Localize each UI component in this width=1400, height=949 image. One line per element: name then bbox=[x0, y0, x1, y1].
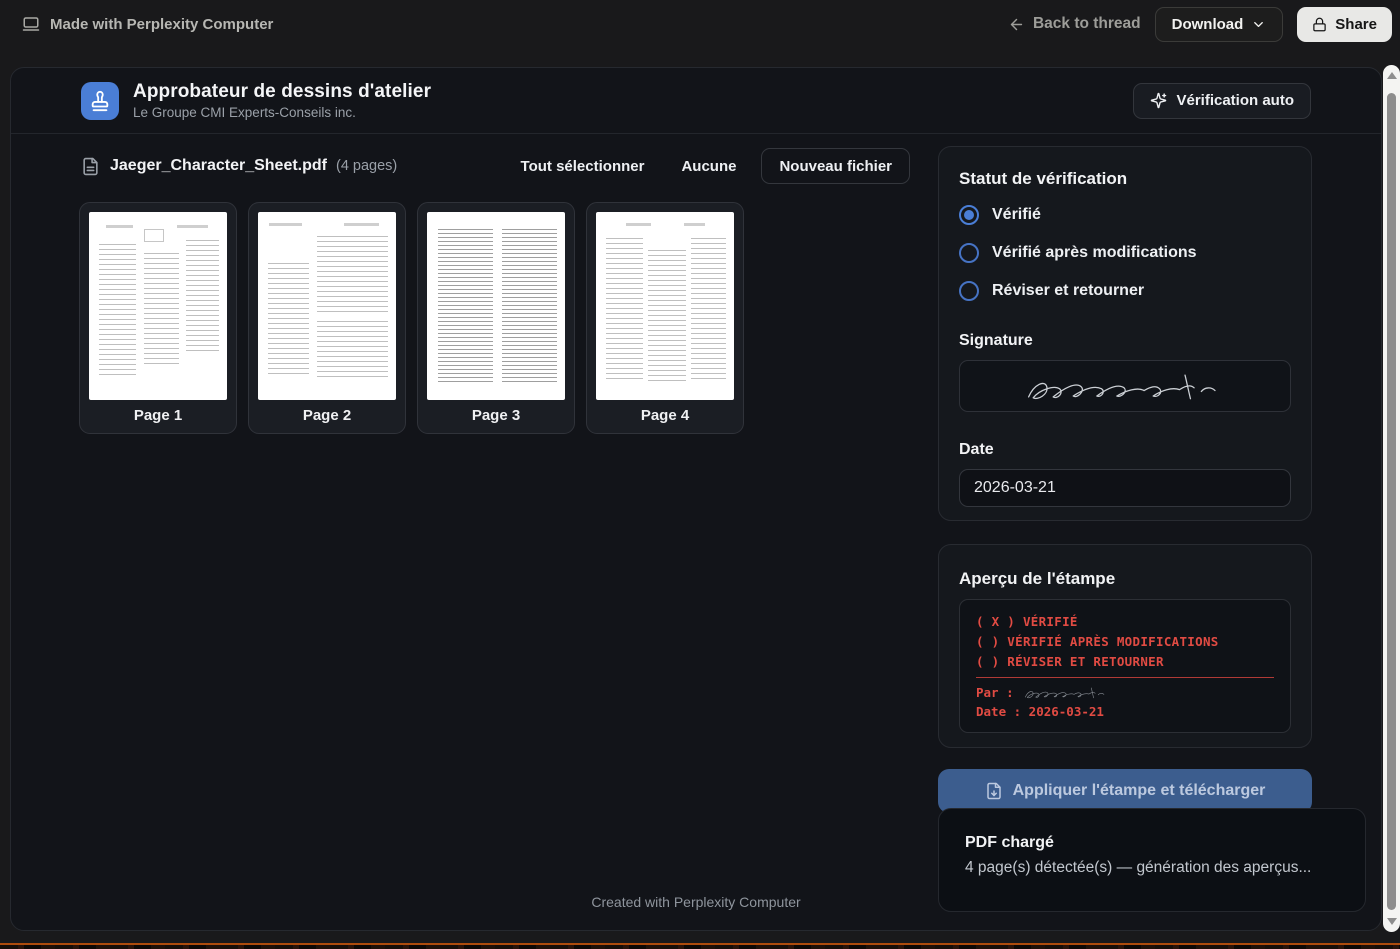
radio-button-selected[interactable] bbox=[959, 205, 979, 225]
scrollbar-thumb[interactable] bbox=[1387, 93, 1396, 910]
toast-message: 4 page(s) détectée(s) — génération des a… bbox=[965, 859, 1339, 877]
signature-image bbox=[1000, 366, 1250, 406]
made-with-badge: Made with Perplexity Computer bbox=[22, 15, 273, 33]
page-title: Approbateur de dessins d'atelier bbox=[133, 81, 431, 103]
date-input[interactable] bbox=[959, 469, 1291, 507]
page-thumbnail-label: Page 3 bbox=[418, 407, 574, 424]
new-file-button[interactable]: Nouveau fichier bbox=[761, 148, 910, 184]
scrollbar-down-arrow[interactable] bbox=[1387, 918, 1397, 925]
app-panel: Approbateur de dessins d'atelier Le Grou… bbox=[10, 67, 1382, 931]
stamp-signature-image bbox=[1020, 684, 1112, 701]
toast-title: PDF chargé bbox=[965, 834, 1339, 852]
page-thumbnails: Page 1 Page 2 Page 3 Page 4 bbox=[79, 202, 744, 434]
laptop-icon bbox=[22, 15, 40, 33]
stamp-divider bbox=[976, 677, 1274, 678]
back-to-thread-link[interactable]: Back to thread bbox=[1008, 15, 1141, 33]
stamp-preview-title: Aperçu de l'étampe bbox=[959, 545, 1291, 589]
page-thumbnail-image bbox=[89, 212, 227, 400]
stamp-line-verified: ( X ) VÉRIFIÉ bbox=[976, 612, 1274, 632]
auto-verify-button[interactable]: Vérification auto bbox=[1133, 83, 1311, 119]
scrollbar[interactable] bbox=[1383, 65, 1400, 932]
signature-label: Signature bbox=[959, 332, 1291, 350]
file-download-icon bbox=[985, 782, 1003, 800]
toast-notification[interactable]: PDF chargé 4 page(s) détectée(s) — génér… bbox=[938, 808, 1366, 912]
select-none-button[interactable]: Aucune bbox=[681, 158, 736, 175]
radio-option-verified[interactable]: Vérifié bbox=[959, 203, 1291, 227]
app-header: Approbateur de dessins d'atelier Le Grou… bbox=[11, 68, 1381, 134]
chevron-down-icon bbox=[1251, 17, 1266, 32]
sidebar: Statut de vérification Vérifié Vérifié a… bbox=[938, 146, 1312, 813]
arrow-left-icon bbox=[1008, 16, 1025, 33]
page-thumbnail-3[interactable]: Page 3 bbox=[417, 202, 575, 434]
apply-stamp-download-button[interactable]: Appliquer l'étampe et télécharger bbox=[938, 769, 1312, 813]
stamp-preview-box: ( X ) VÉRIFIÉ ( ) VÉRIFIÉ APRÈS MODIFICA… bbox=[959, 599, 1291, 733]
share-button[interactable]: Share bbox=[1297, 7, 1392, 42]
page-thumbnail-label: Page 2 bbox=[249, 407, 405, 424]
made-with-label: Made with Perplexity Computer bbox=[50, 16, 273, 33]
page-thumbnail-label: Page 4 bbox=[587, 407, 743, 424]
file-name: Jaeger_Character_Sheet.pdf bbox=[110, 157, 327, 175]
file-row: Jaeger_Character_Sheet.pdf (4 pages) Tou… bbox=[81, 148, 910, 184]
stamp-line-revise-return: ( ) RÉVISER ET RETOURNER bbox=[976, 652, 1274, 672]
page-thumbnail-2[interactable]: Page 2 bbox=[248, 202, 406, 434]
signature-field[interactable] bbox=[959, 360, 1291, 412]
stamp-par-line: Par : bbox=[976, 682, 1274, 702]
file-icon bbox=[81, 157, 100, 176]
stamp-line-verified-modifications: ( ) VÉRIFIÉ APRÈS MODIFICATIONS bbox=[976, 632, 1274, 652]
status-card-title: Statut de vérification bbox=[959, 147, 1291, 189]
verification-status-card: Statut de vérification Vérifié Vérifié a… bbox=[938, 146, 1312, 521]
sparkles-icon bbox=[1150, 92, 1167, 109]
radio-option-verified-with-modifications[interactable]: Vérifié après modifications bbox=[959, 241, 1291, 265]
page-thumbnail-image bbox=[258, 212, 396, 400]
stamp-date-line: Date : 2026-03-21 bbox=[976, 702, 1274, 722]
page-thumbnail-4[interactable]: Page 4 bbox=[586, 202, 744, 434]
radio-option-revise-and-return[interactable]: Réviser et retourner bbox=[959, 279, 1291, 303]
radio-button[interactable] bbox=[959, 281, 979, 301]
page-thumbnail-label: Page 1 bbox=[80, 407, 236, 424]
radio-button[interactable] bbox=[959, 243, 979, 263]
bottom-edge-artifact bbox=[0, 945, 1400, 949]
page-thumbnail-image bbox=[596, 212, 734, 400]
stamp-preview-card: Aperçu de l'étampe ( X ) VÉRIFIÉ ( ) VÉR… bbox=[938, 544, 1312, 748]
date-label: Date bbox=[959, 441, 1291, 459]
page-thumbnail-1[interactable]: Page 1 bbox=[79, 202, 237, 434]
file-pages-badge: (4 pages) bbox=[336, 158, 397, 174]
lock-icon bbox=[1312, 17, 1327, 32]
stamp-app-icon bbox=[81, 82, 119, 120]
download-button[interactable]: Download bbox=[1155, 7, 1284, 42]
page-subtitle: Le Groupe CMI Experts-Conseils inc. bbox=[133, 105, 431, 120]
scrollbar-up-arrow[interactable] bbox=[1387, 72, 1397, 79]
page-thumbnail-image bbox=[427, 212, 565, 400]
select-all-button[interactable]: Tout sélectionner bbox=[521, 158, 645, 175]
top-bar: Made with Perplexity Computer Back to th… bbox=[0, 0, 1400, 48]
